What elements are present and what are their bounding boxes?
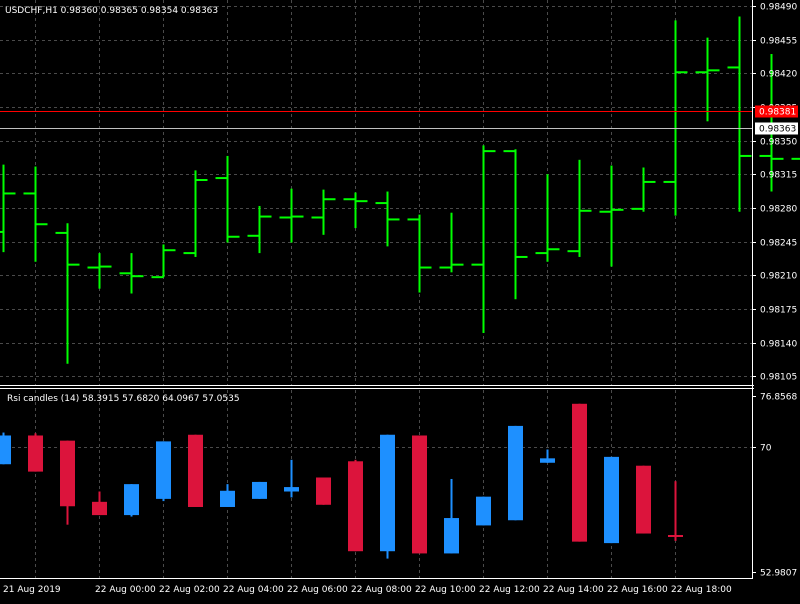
price-tick-label: 0.98315 [760,171,797,181]
indicator-tick-label: 52.9807 [760,569,797,579]
rsi-candle [156,441,171,501]
trading-chart-window[interactable]: 0.984900.984550.984200.983850.983500.983… [0,0,800,600]
rsi-candle [636,466,651,534]
rsi-candle [476,497,491,526]
candle-body [636,466,651,534]
time-label: 22 Aug 04:00 [223,585,284,595]
price-tick-label: 0.98455 [760,37,797,47]
time-label: 22 Aug 06:00 [287,585,348,595]
rsi-candle [28,433,43,471]
time-axis: 21 Aug 201922 Aug 00:0022 Aug 02:0022 Au… [3,585,732,595]
price-tick-label: 0.98245 [760,239,797,249]
candle-body [572,404,587,542]
time-label: 22 Aug 16:00 [607,585,668,595]
rsi-candle [252,482,267,499]
candle-body [668,535,683,537]
bid-price-label: 0.98363 [759,125,796,135]
chart-canvas[interactable]: 0.984900.984550.984200.983850.983500.983… [0,0,800,600]
rsi-candle [188,435,203,507]
time-label: 22 Aug 10:00 [415,585,476,595]
candle-body [380,435,395,551]
candle-body [604,457,619,543]
ask-price-label: 0.98381 [759,108,796,118]
indicator-info: Rsi candles (14) 58.3915 57.6820 64.0967… [7,394,240,404]
price-tick-label: 0.98140 [760,340,797,350]
candle-body [60,441,75,507]
candle-body [252,482,267,499]
rsi-candle [0,433,11,465]
rsi-candle [604,457,619,543]
price-tick-label: 0.98175 [760,306,797,316]
indicator-tick-label: 70 [760,444,772,454]
candle-body [348,461,363,551]
candle-body [284,487,299,491]
rsi-candle [124,484,139,516]
candle-body [0,435,11,464]
candle-body [188,435,203,507]
symbol-info: USDCHF,H1 0.98360 0.98365 0.98354 0.9836… [5,6,218,16]
candle-body [220,491,235,507]
price-tick-label: 0.98210 [760,272,797,282]
time-label: 21 Aug 2019 [3,585,61,595]
candle-body [316,478,331,505]
candle-body [156,441,171,498]
candle-body [28,435,43,471]
price-tick-label: 0.98280 [760,205,797,215]
price-tick-label: 0.98105 [760,373,797,383]
time-label: 22 Aug 14:00 [543,585,604,595]
rsi-candle [380,435,395,559]
rsi-candle [348,460,363,551]
chart-background [0,0,800,600]
time-label: 22 Aug 08:00 [351,585,412,595]
candle-body [444,518,459,553]
candle-body [508,426,523,520]
indicator-tick-label: 76.8568 [760,393,797,403]
time-label: 22 Aug 18:00 [671,585,732,595]
rsi-candle [412,435,427,553]
candle-body [124,484,139,515]
candle-body [540,458,555,462]
candle-body [476,497,491,526]
time-label: 22 Aug 12:00 [479,585,540,595]
price-tick-label: 0.98490 [760,3,797,13]
time-label: 22 Aug 00:00 [95,585,156,595]
rsi-candle [572,404,587,542]
price-tick-label: 0.98420 [760,70,797,80]
rsi-candle [508,426,523,520]
time-label: 22 Aug 02:00 [159,585,220,595]
candle-body [92,502,107,515]
candle-body [412,435,427,553]
rsi-candle [316,478,331,505]
price-tick-label: 0.98350 [760,138,797,148]
